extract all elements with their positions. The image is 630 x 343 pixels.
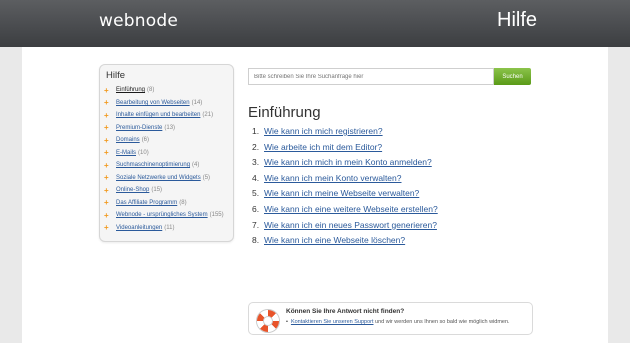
sidebar-item[interactable]: + Das Affiliate Programm (8)	[104, 197, 224, 210]
lifebuoy-icon	[257, 310, 279, 332]
page-title: Einführung	[248, 104, 321, 121]
help-sidebar: Hilfe + Einführung (8) + Bearbeitung von We…	[99, 64, 234, 242]
plus-icon: +	[104, 198, 109, 208]
sidebar-item[interactable]: + Domains (6)	[104, 134, 224, 147]
plus-icon: +	[104, 210, 109, 220]
sidebar-count: (6)	[141, 137, 150, 144]
plus-icon: +	[104, 185, 109, 195]
list-item: 3. Wie kann ich mich in mein Konto anmeld…	[252, 157, 438, 173]
sidebar-count: (21)	[202, 112, 214, 119]
sidebar-item[interactable]: + Soziale Netzwerke und Widgets (5)	[104, 172, 224, 185]
sidebar-count: (5)	[202, 174, 211, 181]
sidebar-item[interactable]: + E-Mails (10)	[104, 147, 224, 160]
sidebar-item[interactable]: + Suchmaschinenoptimierung (4)	[104, 159, 224, 172]
sidebar-count: (14)	[191, 99, 203, 106]
plus-icon: +	[104, 110, 109, 120]
list-item: 4. Wie kann ich mein Konto verwalten?	[252, 173, 438, 189]
question-link[interactable]: Wie kann ich mich in mein Konto anmelden…	[264, 157, 432, 167]
sidebar-count: (11)	[164, 224, 175, 231]
question-number: 6.	[252, 203, 260, 214]
question-number: 4.	[252, 172, 260, 183]
sidebar-link[interactable]: Das Affiliate Programm	[116, 200, 177, 206]
question-link[interactable]: Wie arbeite ich mit dem Editor?	[264, 142, 382, 152]
sidebar-link[interactable]: Bearbeitung von Webseiten	[116, 100, 190, 106]
plus-icon: +	[104, 135, 109, 145]
page-header-title: Hilfe	[497, 9, 538, 31]
sidebar-item[interactable]: + Bearbeitung von Webseiten (14)	[104, 97, 224, 110]
question-number: 1.	[252, 126, 260, 136]
sidebar-link[interactable]: Premium-Dienste	[116, 125, 162, 131]
sidebar-item[interactable]: + Webnode - ursprüngliches System (155)	[104, 209, 224, 222]
sidebar-heading: Hilfe	[106, 70, 126, 81]
sidebar-link[interactable]: E-Mails	[116, 150, 136, 156]
sidebar-item[interactable]: + Videoanleitungen (11)	[104, 222, 224, 235]
question-link[interactable]: Wie kann ich mich registrieren?	[264, 126, 383, 136]
sidebar-link[interactable]: Webnode - ursprüngliches System	[116, 212, 208, 218]
plus-icon: +	[104, 173, 109, 183]
question-list: 1. Wie kann ich mich registrieren? 2. Wie …	[252, 126, 438, 251]
list-item: 2. Wie arbeite ich mit dem Editor?	[252, 142, 438, 158]
sidebar-link[interactable]: Videoanleitungen	[116, 225, 162, 231]
question-link[interactable]: Wie kann ich eine Webseite löschen?	[264, 235, 405, 245]
sidebar-link[interactable]: Inhalte einfügen und bearbeiten	[116, 112, 200, 118]
question-link[interactable]: Wie kann ich mein Konto verwalten?	[264, 173, 402, 183]
sidebar-count: (15)	[151, 187, 163, 194]
sidebar-link[interactable]: Suchmaschinenoptimierung	[116, 162, 190, 168]
question-number: 8.	[252, 235, 260, 246]
list-item: 5. Wie kann ich meine Webseite verwalten?	[252, 188, 438, 204]
sidebar-count: (10)	[138, 149, 149, 156]
sidebar-link[interactable]: Einführung	[116, 87, 145, 93]
question-number: 2.	[252, 141, 260, 152]
sidebar-item[interactable]: + Inhalte einfügen und bearbeiten (21)	[104, 109, 224, 122]
sidebar-count: (155)	[209, 212, 224, 219]
plus-icon: +	[104, 148, 109, 158]
plus-icon: +	[104, 123, 109, 133]
question-link[interactable]: Wie kann ich meine Webseite verwalten?	[264, 188, 419, 198]
sidebar-link[interactable]: Domains	[116, 137, 140, 143]
sidebar-count: (13)	[164, 124, 176, 131]
support-box: Können Sie Ihre Antwort nicht finden? • K…	[248, 302, 533, 335]
sidebar-count: (8)	[179, 199, 187, 206]
question-link[interactable]: Wie kann ich eine weitere Webseite erste…	[264, 204, 438, 214]
sidebar-item[interactable]: + Einführung (8)	[104, 84, 224, 97]
plus-icon: +	[104, 85, 109, 95]
sidebar-count: (8)	[147, 87, 155, 94]
webnode-logo[interactable]: webnode	[99, 11, 178, 31]
list-item: 7. Wie kann ich ein neues Passwort generi…	[252, 220, 438, 236]
plus-icon: +	[104, 223, 109, 233]
plus-icon: +	[104, 160, 109, 170]
search-input[interactable]	[248, 68, 494, 85]
question-number: 3.	[252, 157, 260, 168]
support-title: Können Sie Ihre Antwort nicht finden?	[286, 308, 405, 315]
list-item: 8. Wie kann ich eine Webseite löschen?	[252, 235, 438, 251]
list-item: 6. Wie kann ich eine weitere Webseite ers…	[252, 204, 438, 220]
question-link[interactable]: Wie kann ich ein neues Passwort generier…	[264, 220, 437, 230]
support-link[interactable]: Kontaktieren Sie unseren Support	[291, 319, 374, 325]
support-text: • Kontaktieren Sie unseren Support und wi…	[286, 319, 510, 325]
search-button[interactable]: Suchen	[494, 68, 531, 85]
sidebar-item[interactable]: + Online-Shop (15)	[104, 184, 224, 197]
sidebar-link[interactable]: Soziale Netzwerke und Widgets	[116, 175, 201, 181]
top-header: webnode Hilfe	[0, 0, 630, 47]
search-bar: Suchen	[248, 68, 531, 85]
plus-icon: +	[104, 98, 109, 108]
sidebar-list: + Einführung (8) + Bearbeitung von Webseite…	[104, 84, 224, 234]
sidebar-item[interactable]: + Premium-Dienste (13)	[104, 122, 224, 135]
question-number: 7.	[252, 219, 260, 230]
sidebar-count: (4)	[192, 162, 200, 169]
question-number: 5.	[252, 188, 260, 199]
sidebar-link[interactable]: Online-Shop	[116, 187, 149, 193]
support-text-rest: und wir werden uns Ihnen so bald wie mög…	[373, 319, 510, 325]
list-item: 1. Wie kann ich mich registrieren?	[252, 126, 438, 142]
bullet-icon: •	[286, 319, 288, 325]
